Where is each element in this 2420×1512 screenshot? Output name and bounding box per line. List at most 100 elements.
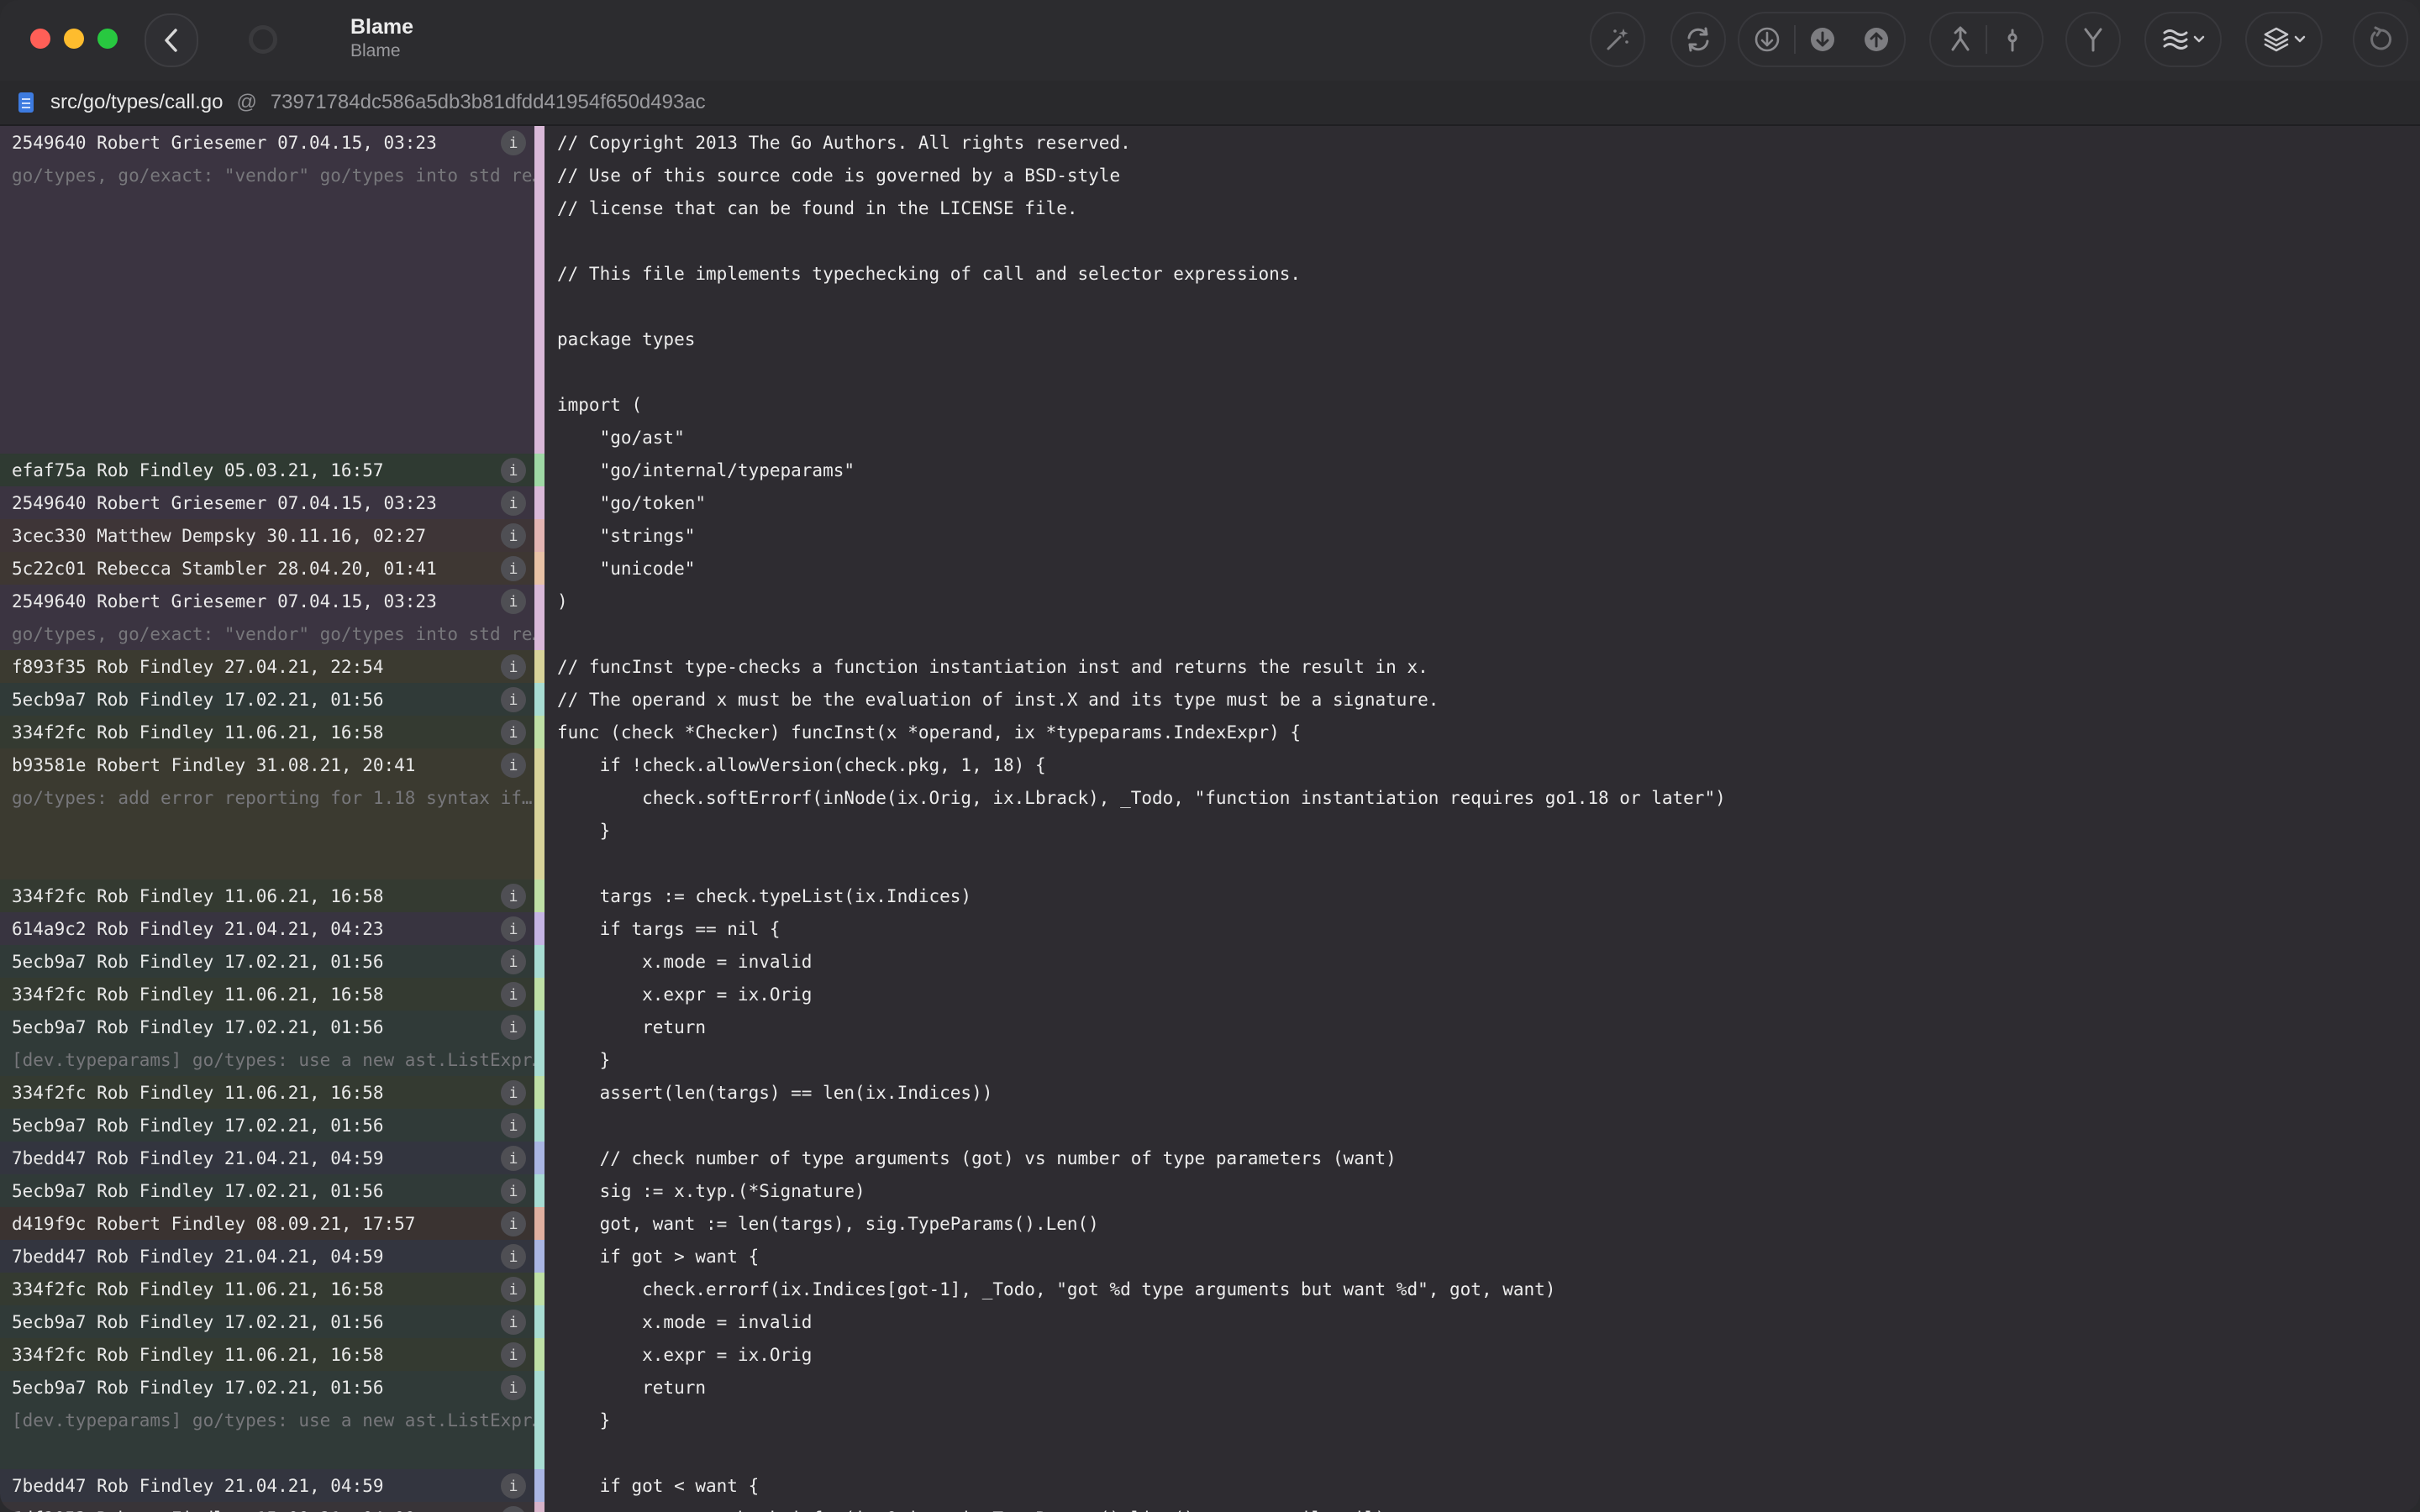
commit-info-button[interactable]: i xyxy=(501,1113,526,1138)
blame-line[interactable]: 5ecb9a7 Rob Findley 17.02.21, 01:56 i xyxy=(0,1371,534,1404)
code-line[interactable]: "go/internal/typeparams" xyxy=(557,454,855,486)
commit-info-button[interactable]: i xyxy=(501,753,526,778)
undo-button[interactable] xyxy=(2353,12,2408,67)
code-line[interactable]: // license that can be found in the LICE… xyxy=(557,192,1078,224)
blame-line[interactable]: 7bedd47 Rob Findley 21.04.21, 04:59 i xyxy=(0,1240,534,1273)
commit-info-button[interactable]: i xyxy=(501,949,526,974)
fetch-button[interactable] xyxy=(1740,25,1794,54)
code-line[interactable]: // This file implements typechecking of … xyxy=(557,257,1301,290)
blame-line[interactable]: 334f2fc Rob Findley 11.06.21, 16:58 i xyxy=(0,1076,534,1109)
code-line[interactable]: check.softErrorf(inNode(ix.Orig, ix.Lbra… xyxy=(557,781,1726,814)
blame-line[interactable]: 2549640 Robert Griesemer 07.04.15, 03:23… xyxy=(0,486,534,519)
commit-info-button[interactable]: i xyxy=(501,458,526,483)
blame-line[interactable]: 5ecb9a7 Rob Findley 17.02.21, 01:56 i xyxy=(0,1109,534,1142)
commit-info-button[interactable]: i xyxy=(501,982,526,1007)
blame-line[interactable]: 5df2053 Robert Findley 15.09.21, 04:09 i xyxy=(0,1502,534,1512)
commit-info-button[interactable]: i xyxy=(501,654,526,680)
push-button[interactable] xyxy=(1849,25,1903,54)
commit-info-button[interactable]: i xyxy=(501,1310,526,1335)
code-line[interactable]: } xyxy=(557,814,611,847)
code-line[interactable]: return xyxy=(557,1011,706,1043)
commit-info-button[interactable]: i xyxy=(501,1244,526,1269)
code-line[interactable]: // Use of this source code is governed b… xyxy=(557,159,1120,192)
close-window-button[interactable] xyxy=(30,29,50,49)
commit-info-button[interactable]: i xyxy=(501,720,526,745)
blame-line[interactable]: 334f2fc Rob Findley 11.06.21, 16:58 i xyxy=(0,1338,534,1371)
code-line[interactable]: x.mode = invalid xyxy=(557,1305,812,1338)
layers-menu-button[interactable] xyxy=(2245,12,2323,67)
code-line[interactable]: return xyxy=(557,1371,706,1404)
code-line[interactable]: } xyxy=(557,1404,611,1436)
blame-line[interactable]: 7bedd47 Rob Findley 21.04.21, 04:59 i xyxy=(0,1469,534,1502)
blame-line[interactable]: 334f2fc Rob Findley 11.06.21, 16:58 i xyxy=(0,879,534,912)
merge-button[interactable] xyxy=(1935,25,1986,54)
commit-info-button[interactable]: i xyxy=(501,1179,526,1204)
code-line[interactable]: if targs == nil { xyxy=(557,912,781,945)
commit-info-button[interactable]: i xyxy=(501,1375,526,1400)
commit-info-button[interactable]: i xyxy=(501,130,526,155)
code-line[interactable]: } xyxy=(557,1043,611,1076)
blame-line[interactable]: 7bedd47 Rob Findley 21.04.21, 04:59 i xyxy=(0,1142,534,1174)
commit-info-button[interactable]: i xyxy=(501,1146,526,1171)
refresh-button[interactable] xyxy=(1670,12,1726,67)
commit-info-button[interactable]: i xyxy=(501,1506,526,1512)
blame-line[interactable]: 614a9c2 Rob Findley 21.04.21, 04:23 i xyxy=(0,912,534,945)
blame-line[interactable]: 2549640 Robert Griesemer 07.04.15, 03:23… xyxy=(0,126,534,159)
blame-line[interactable]: 334f2fc Rob Findley 11.06.21, 16:58 i xyxy=(0,716,534,748)
commit-hash[interactable]: 73971784dc586a5db3b81dfdd41954f650d493ac xyxy=(271,91,706,114)
code-line[interactable]: package types xyxy=(557,323,695,355)
blame-line[interactable]: f893f35 Rob Findley 27.04.21, 22:54 i xyxy=(0,650,534,683)
blame-line[interactable]: 334f2fc Rob Findley 11.06.21, 16:58 i xyxy=(0,1273,534,1305)
blame-line[interactable]: 5c22c01 Rebecca Stambler 28.04.20, 01:41… xyxy=(0,552,534,585)
commit-info-button[interactable]: i xyxy=(501,1342,526,1368)
fork-button[interactable] xyxy=(2065,12,2121,67)
commit-info-button[interactable]: i xyxy=(501,491,526,516)
code-line[interactable]: // funcInst type-checks a function insta… xyxy=(557,650,1428,683)
file-path[interactable]: src/go/types/call.go xyxy=(50,91,223,114)
code-line[interactable]: if got > want { xyxy=(557,1240,760,1273)
code-line[interactable]: ) xyxy=(557,585,568,617)
pull-button[interactable] xyxy=(1796,25,1849,54)
branch-button[interactable] xyxy=(1987,25,2038,54)
code-line[interactable]: if !check.allowVersion(check.pkg, 1, 18)… xyxy=(557,748,1046,781)
blame-line[interactable]: 5ecb9a7 Rob Findley 17.02.21, 01:56 i xyxy=(0,683,534,716)
code-line[interactable]: assert(len(targs) == len(ix.Indices)) xyxy=(557,1076,993,1109)
commit-info-button[interactable]: i xyxy=(501,1015,526,1040)
commit-info-button[interactable]: i xyxy=(501,589,526,614)
blame-line[interactable]: 5ecb9a7 Rob Findley 17.02.21, 01:56 i xyxy=(0,1305,534,1338)
commit-info-button[interactable]: i xyxy=(501,1473,526,1499)
code-line[interactable]: "unicode" xyxy=(557,552,696,585)
code-line[interactable]: // The operand x must be the evaluation … xyxy=(557,683,1439,716)
zoom-window-button[interactable] xyxy=(97,29,118,49)
blame-line[interactable]: 5ecb9a7 Rob Findley 17.02.21, 01:56 i xyxy=(0,1174,534,1207)
code-line[interactable]: x.expr = ix.Orig xyxy=(557,978,812,1011)
commit-info-button[interactable]: i xyxy=(501,1080,526,1105)
blame-line[interactable]: b93581e Robert Findley 31.08.21, 20:41 i xyxy=(0,748,534,781)
blame-line[interactable]: efaf75a Rob Findley 05.03.21, 16:57 i xyxy=(0,454,534,486)
code-line[interactable]: "strings" xyxy=(557,519,696,552)
code-line[interactable]: got, want := len(targs), sig.TypeParams(… xyxy=(557,1207,1099,1240)
stash-menu-button[interactable] xyxy=(2144,12,2222,67)
commit-info-button[interactable]: i xyxy=(501,1277,526,1302)
code-line[interactable]: func (check *Checker) funcInst(x *operan… xyxy=(557,716,1301,748)
blame-line[interactable]: 2549640 Robert Griesemer 07.04.15, 03:23… xyxy=(0,585,534,617)
code-line[interactable]: "go/token" xyxy=(557,486,706,519)
code-line[interactable]: if got < want { xyxy=(557,1469,760,1502)
code-line[interactable]: x.mode = invalid xyxy=(557,945,812,978)
code-line[interactable]: import ( xyxy=(557,388,642,421)
commit-info-button[interactable]: i xyxy=(501,687,526,712)
code-line[interactable]: sig := x.typ.(*Signature) xyxy=(557,1174,865,1207)
commit-info-button[interactable]: i xyxy=(501,1211,526,1236)
blame-commit-message[interactable]: [dev.typeparams] go/types: use a new ast… xyxy=(0,1404,543,1436)
code-line[interactable]: targs := check.typeList(ix.Indices) xyxy=(557,879,972,912)
blame-line[interactable]: 5ecb9a7 Rob Findley 17.02.21, 01:56 i xyxy=(0,945,534,978)
commit-info-button[interactable]: i xyxy=(501,556,526,581)
code-line[interactable]: // check number of type arguments (got) … xyxy=(557,1142,1397,1174)
magic-wand-button[interactable] xyxy=(1590,12,1645,67)
blame-commit-message[interactable]: go/types: add error reporting for 1.18 s… xyxy=(0,781,534,814)
commit-info-button[interactable]: i xyxy=(501,884,526,909)
code-line[interactable]: "go/ast" xyxy=(557,421,685,454)
blame-line[interactable]: 5ecb9a7 Rob Findley 17.02.21, 01:56 i xyxy=(0,1011,534,1043)
blame-commit-message[interactable]: go/types, go/exact: "vendor" go/types in… xyxy=(0,617,543,650)
blame-line[interactable]: 3cec330 Matthew Dempsky 30.11.16, 02:27 i xyxy=(0,519,534,552)
